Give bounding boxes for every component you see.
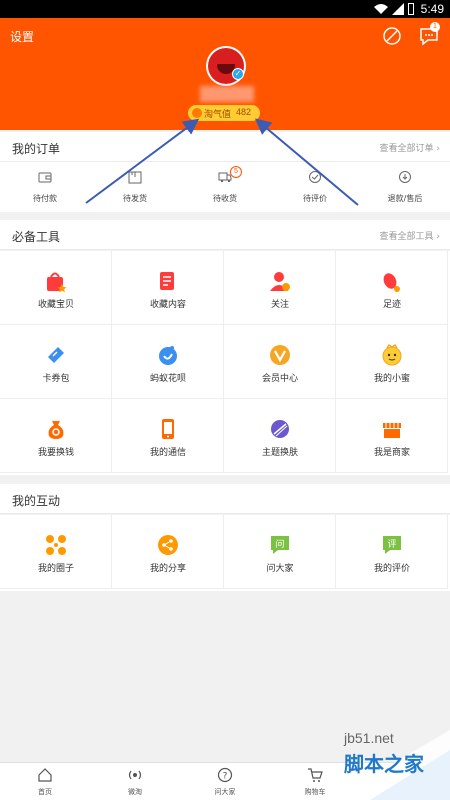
nav-home[interactable]: 首页 bbox=[0, 763, 90, 800]
nav-weitao[interactable]: 微淘 bbox=[90, 763, 180, 800]
arrow-right bbox=[254, 118, 359, 206]
watermark-url: jb51.net bbox=[344, 730, 394, 746]
watermark: jb51.net 脚本之家 bbox=[330, 730, 450, 800]
nav-ask[interactable]: ? 问大家 bbox=[180, 763, 270, 800]
cart-icon bbox=[308, 768, 323, 782]
weitao-icon bbox=[128, 770, 142, 780]
question-icon: ? bbox=[217, 767, 233, 783]
watermark-name: 脚本之家 bbox=[344, 752, 424, 776]
annotation-arrows bbox=[85, 118, 359, 206]
home-icon bbox=[38, 768, 52, 782]
svg-text:?: ? bbox=[223, 772, 228, 782]
arrow-left bbox=[85, 118, 200, 204]
